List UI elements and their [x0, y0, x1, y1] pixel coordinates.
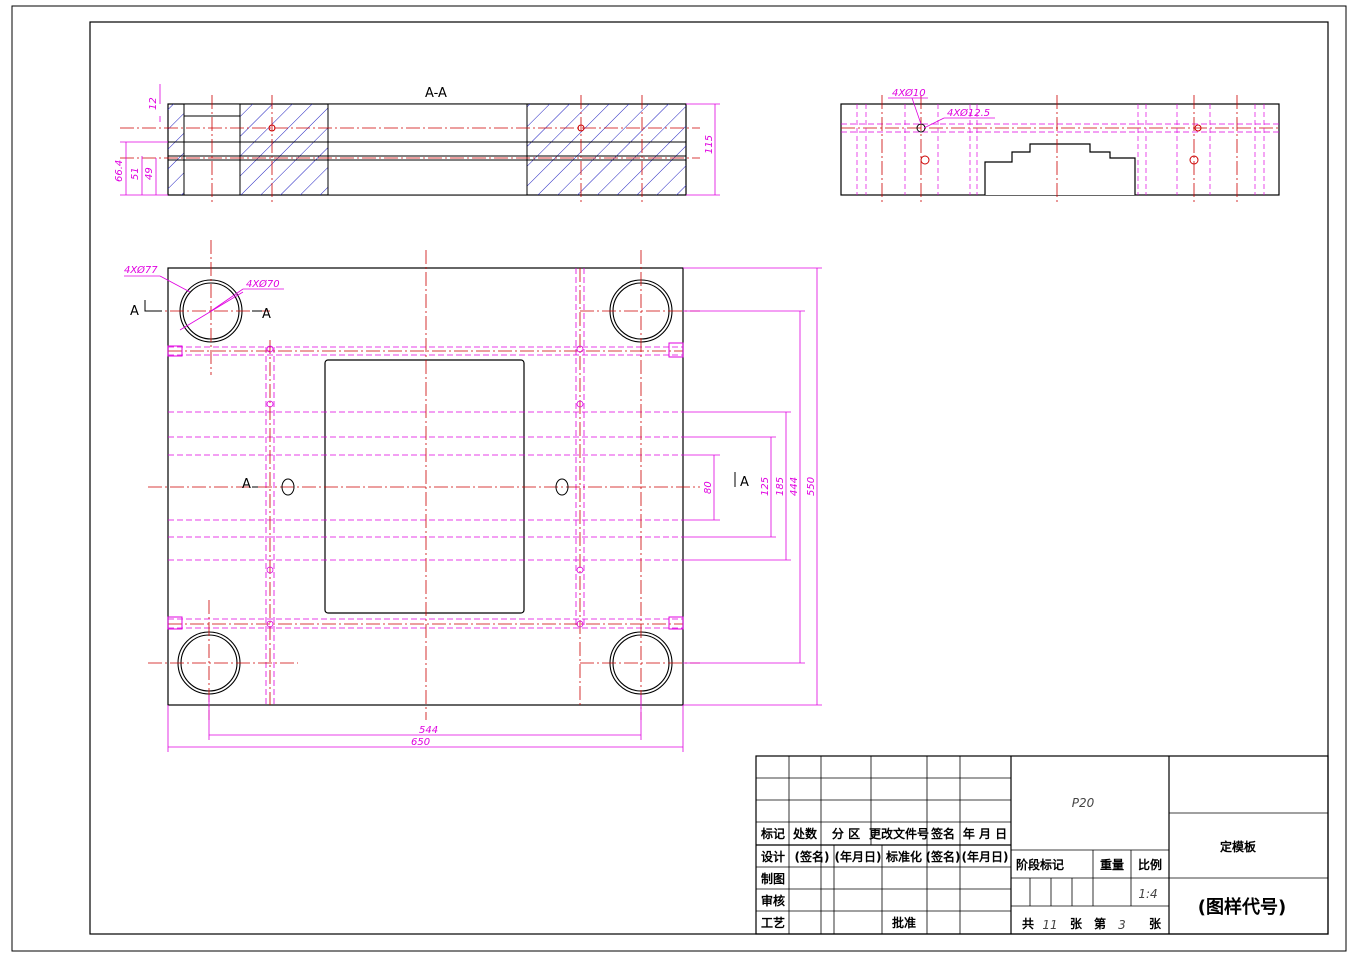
callout-4x-d10: 4XØ10: [892, 87, 926, 99]
scale-value: 1:4: [1138, 887, 1157, 901]
dim-115: 115: [704, 135, 715, 154]
dim-49: 49: [144, 167, 155, 180]
dim-12: 12: [148, 97, 159, 110]
material-value: P20: [1072, 796, 1095, 810]
section-mark-a: A: [130, 304, 139, 319]
label-current: 第: [1094, 916, 1106, 931]
drawing-sheet: A-A 12 66.4 51 49 115 4XØ10 4XØ12.5 4XØ7…: [11, 5, 1347, 952]
label-weight: 重量: [1100, 857, 1124, 872]
label-total: 共: [1022, 916, 1034, 931]
section-mark-a: A: [242, 477, 251, 492]
label-sheet-unit: 张: [1149, 916, 1162, 931]
header-signature: 签名: [930, 826, 955, 841]
header-change-doc: 更改文件号: [869, 826, 929, 841]
dim-550: 550: [806, 477, 817, 496]
dim-80: 80: [703, 481, 714, 494]
header-mark: 标记: [760, 826, 785, 841]
dim-444: 444: [789, 477, 800, 496]
title-block-text: 标记 处数 分 区 更改文件号 签名 年 月 日 设计 (签名) (年月日) 标…: [760, 796, 1286, 932]
plan-view: 4XØ77 4XØ70 A A A A 544 650 80 125 185 4…: [124, 240, 822, 752]
pocket-opening: [324, 359, 525, 614]
callout-4x-d70: 4XØ70: [246, 278, 280, 290]
drawing-code: (图样代号): [1198, 896, 1286, 918]
dim-185: 185: [775, 477, 786, 496]
label-draw: 制图: [761, 871, 785, 886]
label-sign: (签名): [795, 849, 830, 864]
side-step-profile: [984, 143, 1136, 195]
dim-125: 125: [760, 477, 771, 496]
dim-650: 650: [411, 737, 430, 748]
label-standardize: 标准化: [885, 849, 922, 864]
hatch-region: [240, 104, 328, 195]
section-title: A-A: [425, 86, 447, 101]
label-sign: (签名): [926, 849, 961, 864]
dim-51: 51: [130, 167, 141, 180]
label-scale: 比例: [1138, 857, 1162, 872]
section-mark-a: A: [262, 307, 271, 322]
sheet-current: 3: [1118, 918, 1126, 932]
sheet-total: 11: [1042, 918, 1057, 932]
header-date: 年 月 日: [963, 826, 1007, 841]
label-sheet-unit: 张: [1070, 916, 1083, 931]
label-process: 工艺: [761, 915, 785, 930]
hatch-region: [527, 104, 686, 195]
label-design: 设计: [761, 849, 785, 864]
dim-544: 544: [419, 725, 438, 736]
callout-4x-d77: 4XØ77: [124, 264, 158, 276]
side-view: 4XØ10 4XØ12.5: [840, 87, 1280, 205]
part-name: 定模板: [1220, 839, 1257, 854]
label-check: 审核: [761, 893, 785, 908]
header-zone: 分 区: [832, 826, 860, 841]
header-count: 处数: [792, 826, 818, 841]
label-stage: 阶段标记: [1016, 857, 1064, 872]
cavity-opening: [327, 103, 528, 196]
callout-4x-d12-5: 4XØ12.5: [947, 107, 990, 119]
label-date: (年月日): [835, 849, 882, 864]
section-view-a-a: A-A 12 66.4 51 49 115: [114, 84, 720, 205]
dim-66-4: 66.4: [114, 160, 125, 182]
label-approve: 批准: [892, 915, 916, 930]
label-date: (年月日): [962, 849, 1009, 864]
hatch-region: [168, 104, 184, 195]
section-mark-a: A: [740, 475, 749, 490]
